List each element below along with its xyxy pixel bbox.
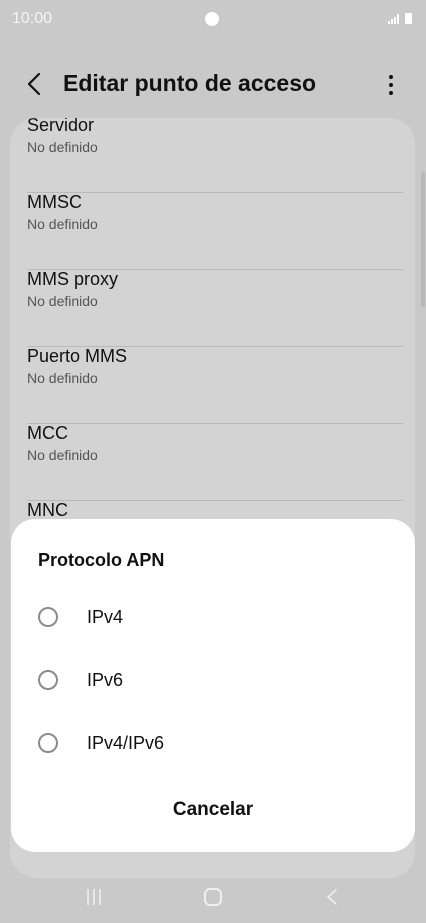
setting-item-mmsc[interactable]: MMSC No definido: [27, 192, 403, 270]
setting-title: MCC: [27, 423, 68, 443]
setting-title: Puerto MMS: [27, 346, 128, 366]
recent-apps-icon[interactable]: [86, 888, 102, 906]
option-label: IPv6: [87, 670, 124, 690]
status-time: 10:00: [12, 10, 53, 27]
notification-dot-icon: [205, 12, 219, 26]
setting-value: No definido: [27, 139, 98, 155]
scrollbar[interactable]: [421, 172, 425, 307]
option-label: IPv4: [87, 607, 124, 627]
radio-button[interactable]: [38, 733, 58, 753]
cancel-button[interactable]: Cancelar: [151, 790, 275, 830]
setting-value: No definido: [27, 447, 98, 463]
back-icon[interactable]: [325, 888, 339, 906]
battery-icon: [405, 13, 412, 24]
setting-item-mms-proxy[interactable]: MMS proxy No definido: [27, 269, 403, 347]
setting-value: No definido: [27, 370, 98, 386]
back-arrow-icon[interactable]: [24, 70, 48, 98]
radio-button[interactable]: [38, 670, 58, 690]
page-title: Editar punto de acceso: [63, 70, 317, 96]
option-label: IPv4/IPv6: [87, 733, 165, 753]
setting-item-servidor[interactable]: Servidor No definido: [27, 118, 403, 193]
apn-protocol-dialog: Protocolo APN IPv4 IPv6 IPv4/IPv6 Cancel…: [11, 519, 415, 852]
dialog-title: Protocolo APN: [38, 550, 165, 570]
navigation-bar: [0, 872, 426, 923]
setting-title: Servidor: [27, 118, 95, 135]
setting-item-puerto-mms[interactable]: Puerto MMS No definido: [27, 346, 403, 424]
setting-title: MMS proxy: [27, 269, 119, 289]
setting-title: MNC: [27, 500, 68, 520]
signal-icon: [388, 14, 399, 24]
setting-title: MMSC: [27, 192, 82, 212]
setting-value: No definido: [27, 216, 98, 232]
setting-value: No definido: [27, 293, 98, 309]
option-ipv4-ipv6[interactable]: IPv4/IPv6: [11, 718, 415, 772]
more-vert-icon[interactable]: [382, 72, 400, 98]
setting-item-mcc[interactable]: MCC No definido: [27, 423, 403, 501]
home-icon[interactable]: [204, 888, 222, 906]
option-ipv4[interactable]: IPv4: [11, 592, 415, 646]
app-bar: Editar punto de acceso: [0, 58, 426, 108]
option-ipv6[interactable]: IPv6: [11, 655, 415, 709]
status-bar: 10:00: [0, 0, 426, 40]
radio-button[interactable]: [38, 607, 58, 627]
